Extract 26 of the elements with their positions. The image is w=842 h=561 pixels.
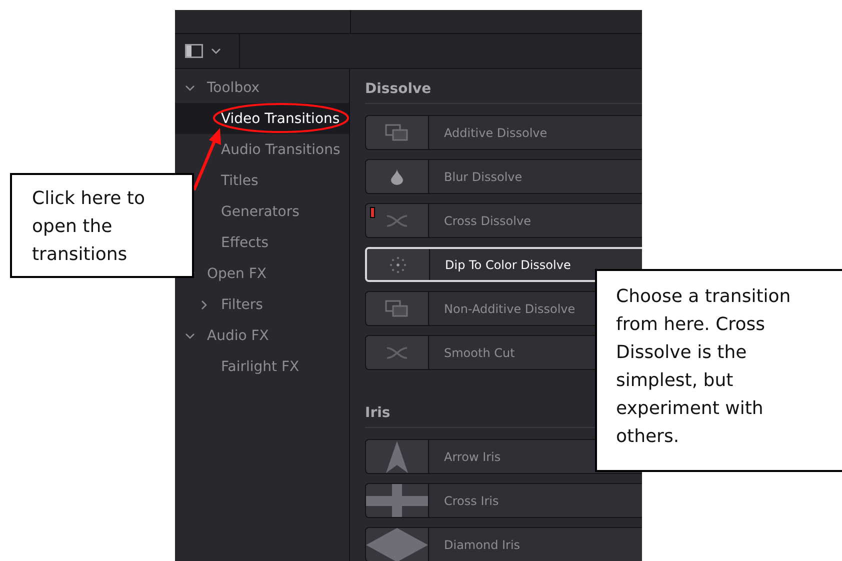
transition-item[interactable]: Diamond Iris [365,527,642,561]
diamond-icon [366,528,428,561]
plus-icon [366,484,428,517]
transition-item[interactable]: Additive Dissolve [365,115,642,150]
transition-item[interactable]: Cross Iris [365,483,642,518]
arrowhead-icon [386,440,408,472]
annotation-tooltip: Choose a transition from here. Cross Dissolve is the simplest, but experiment with others. [595,269,842,472]
transition-item[interactable]: Cross Dissolve [365,203,642,238]
overlapping-squares-icon [385,124,409,142]
dots-ring-icon [388,254,408,274]
sidebar-item[interactable]: Fairlight FX [175,351,349,382]
sidebar-item[interactable]: Audio FX [175,320,349,351]
overlapping-squares-icon [385,300,409,318]
sidebar-item[interactable]: Toolbox [175,72,349,103]
sidebar-item[interactable]: Filters [175,289,349,320]
transition-item[interactable]: Dip To Color Dissolve [365,247,642,282]
section-heading: Dissolve [365,79,642,104]
annotation-arrow [192,128,221,191]
transition-item[interactable]: Blur Dissolve [365,159,642,194]
sidebar-panel-icon [185,44,203,58]
sidebar-item[interactable]: Audio Transitions [175,134,349,165]
annotation-tooltip: Click here to open the transitions [10,173,194,278]
crossing-curves-icon [386,346,408,358]
chevron-right-icon[interactable] [199,300,209,310]
crossing-curves-icon [386,214,408,226]
drop-icon [391,168,403,184]
